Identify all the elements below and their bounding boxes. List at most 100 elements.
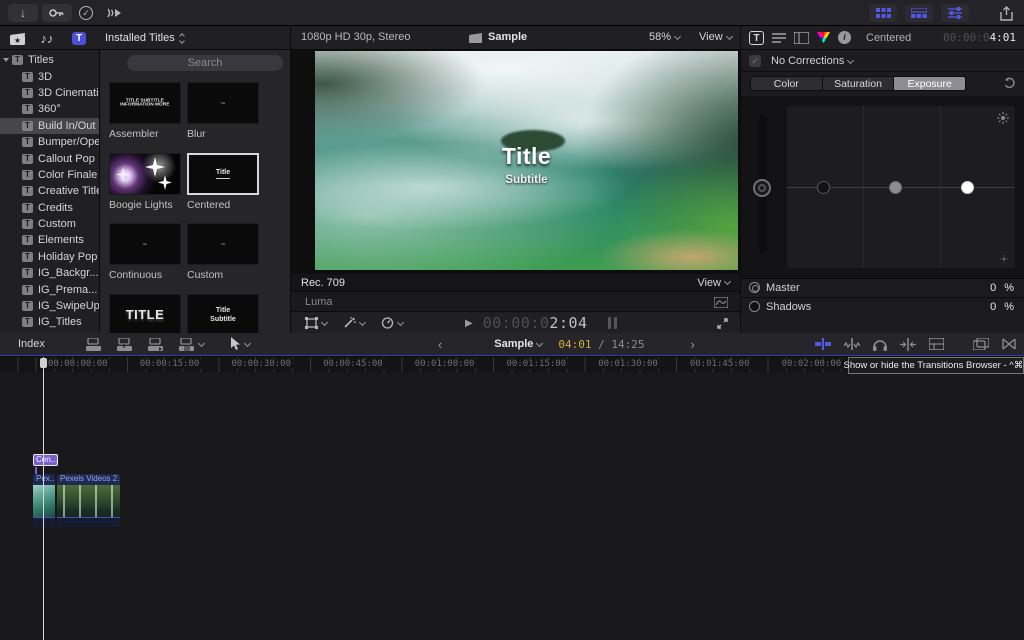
tab-color[interactable]: Color [751, 77, 823, 90]
sidebar-item-credits[interactable]: T Credits [0, 200, 99, 216]
effects-browser-icon[interactable] [973, 338, 989, 350]
sidebar-item-ig-swipeup[interactable]: TIG_SwipeUp [0, 298, 99, 314]
share-button[interactable] [995, 4, 1017, 22]
overlay-subtitle-text[interactable]: Subtitle [315, 174, 738, 186]
sidebar-item-callout-pop[interactable]: TCallout Pop [0, 150, 99, 166]
search-input[interactable] [127, 55, 283, 71]
titles-t-icon: T [22, 203, 33, 213]
play-button[interactable]: ▶ [465, 318, 473, 329]
keywords-button[interactable] [42, 4, 72, 22]
playhead[interactable] [43, 357, 44, 640]
sidebar-item-ig-prema-[interactable]: TIG_Prema... [0, 281, 99, 297]
audio-meters[interactable] [608, 317, 617, 329]
title-thumbnail-custom[interactable]: ~Custom [187, 223, 259, 284]
view-dropdown[interactable]: View [699, 31, 732, 43]
solo-headphones-icon[interactable] [873, 338, 887, 351]
tab-exposure[interactable]: Exposure [894, 77, 965, 90]
timeline-video-clip[interactable]: Pex... [33, 474, 55, 527]
slider-handle[interactable] [753, 179, 771, 197]
sidebar-item-360-[interactable]: T360° [0, 101, 99, 117]
previous-project-button[interactable]: ‹ [438, 337, 442, 352]
playhead-handle[interactable] [40, 358, 47, 368]
timeline-title-clip[interactable]: Cen... [33, 454, 58, 466]
index-button[interactable]: Index [18, 338, 45, 350]
corrections-checkbox[interactable]: ✓ [749, 55, 761, 67]
sidebar-item-elements[interactable]: TElements [0, 232, 99, 248]
timeline-layout-button[interactable] [905, 4, 933, 22]
transitions-browser-icon[interactable] [1002, 338, 1016, 350]
title-thumbnail-title-subtitle[interactable]: TitleSubtitle [187, 294, 259, 334]
param-value[interactable]: 0 [990, 301, 996, 313]
shadows-param-row[interactable]: Shadows 0 % [741, 297, 1024, 315]
tab-saturation[interactable]: Saturation [823, 77, 895, 90]
midtones-puck[interactable] [889, 181, 902, 194]
snapping-toggle-icon[interactable] [900, 338, 916, 351]
audio-skimming-icon[interactable] [844, 338, 860, 350]
sidebar-item-3d-cinematic[interactable]: T3D Cinematic [0, 85, 99, 101]
title-inspector-tab[interactable]: T [749, 31, 764, 45]
viewer-timecode[interactable]: 00:00:02:04 [483, 314, 588, 332]
append-edit-icon[interactable] [147, 338, 164, 351]
music-browser-tab[interactable]: ♪♪ [38, 29, 56, 47]
titles-browser-tab[interactable]: T [70, 29, 88, 47]
sidebar-item-3d[interactable]: T3D [0, 68, 99, 84]
sidebar-item-titles[interactable]: TTitles [0, 52, 99, 68]
zoom-dropdown[interactable]: 58% [649, 31, 680, 43]
shadows-puck[interactable] [817, 181, 830, 194]
title-thumbnail-centered[interactable]: TitleCentered [187, 153, 259, 214]
sidebar-item-bumper-open[interactable]: TBumper/Open [0, 134, 99, 150]
corrections-dropdown[interactable]: No Corrections [771, 55, 844, 67]
title-thumbnail-blur[interactable]: ~Blur [187, 82, 259, 143]
info-inspector-tab[interactable]: i [838, 31, 851, 44]
title-thumbnail-boogie-lights[interactable]: Boogie Lights [109, 153, 181, 214]
transform-dropdown[interactable] [305, 317, 327, 329]
color-inspector-tab[interactable] [817, 32, 830, 43]
retime-dropdown[interactable] [381, 317, 403, 329]
insert-edit-icon[interactable] [116, 338, 133, 351]
titles-t-icon: T [22, 137, 33, 147]
sidebar-item-holiday-pop[interactable]: THoliday Pop [0, 249, 99, 265]
skimming-toggle-icon[interactable] [815, 338, 831, 350]
fullscreen-icon[interactable] [717, 318, 728, 329]
installed-titles-dropdown[interactable]: Installed Titles [105, 29, 184, 47]
sidebar-item-color-finale-g[interactable]: TColor Finale G [0, 167, 99, 183]
timeline-video-clip[interactable]: Pexels Videos 2... [57, 474, 120, 527]
enhancements-dropdown[interactable] [343, 317, 365, 329]
scope-icon[interactable] [714, 297, 728, 308]
clapper-icon [469, 32, 482, 43]
sidebar-item-creative-titles[interactable]: TCreative Titles [0, 183, 99, 199]
title-thumbnail-continuous[interactable]: ~Continuous [109, 223, 181, 284]
text-inspector-tab[interactable] [772, 32, 786, 44]
clip-appearance-icon[interactable] [929, 338, 944, 350]
background-tasks-button[interactable]: ✓ [76, 4, 96, 22]
scope-view-dropdown[interactable]: View [697, 277, 730, 289]
inspector-toggle-button[interactable] [941, 4, 969, 22]
connect-edit-icon[interactable] [85, 338, 102, 351]
import-media-button[interactable]: ↓ [8, 4, 38, 22]
browser-layout-button[interactable] [869, 4, 897, 22]
sidebar-item-ig-titles[interactable]: TIG_Titles [0, 314, 99, 330]
timeline-project-dropdown[interactable]: Sample [494, 338, 542, 350]
titles-t-icon: T [22, 154, 33, 164]
overwrite-edit-dropdown[interactable] [178, 338, 204, 351]
sidebar-item-build-in-out[interactable]: TBuild In/Out [0, 118, 99, 134]
param-value[interactable]: 0 [990, 282, 996, 294]
sidebar-item-label: Credits [38, 202, 73, 214]
reset-icon[interactable] [1003, 77, 1016, 89]
overlay-title-text[interactable]: Title [315, 143, 738, 170]
highlights-puck[interactable] [961, 181, 974, 194]
tool-dropdown[interactable] [230, 337, 250, 351]
sidebar-item-label: Elements [38, 234, 84, 246]
video-inspector-tab[interactable] [794, 32, 809, 44]
disclosure-triangle-icon[interactable] [3, 58, 9, 62]
timeline-canvas[interactable]: Cen... Pex... Pexels Videos 2... [0, 372, 1024, 640]
sidebar-item-ig-backgr-[interactable]: TIG_Backgr... [0, 265, 99, 281]
title-thumbnail-assembler[interactable]: TITLE SUBTITLEINFORMATION MOREAssembler [109, 82, 181, 143]
next-project-button[interactable]: › [691, 337, 695, 352]
title-thumbnail-title-bold[interactable]: TITLE [109, 294, 181, 334]
sidebar-item-custom[interactable]: TCustom [0, 216, 99, 232]
master-param-row[interactable]: Master 0 % [741, 278, 1024, 296]
media-browser-tab[interactable]: ★ [8, 29, 26, 47]
video-canvas[interactable]: Title Subtitle [291, 50, 740, 274]
playback-settings-button[interactable] [102, 4, 126, 22]
